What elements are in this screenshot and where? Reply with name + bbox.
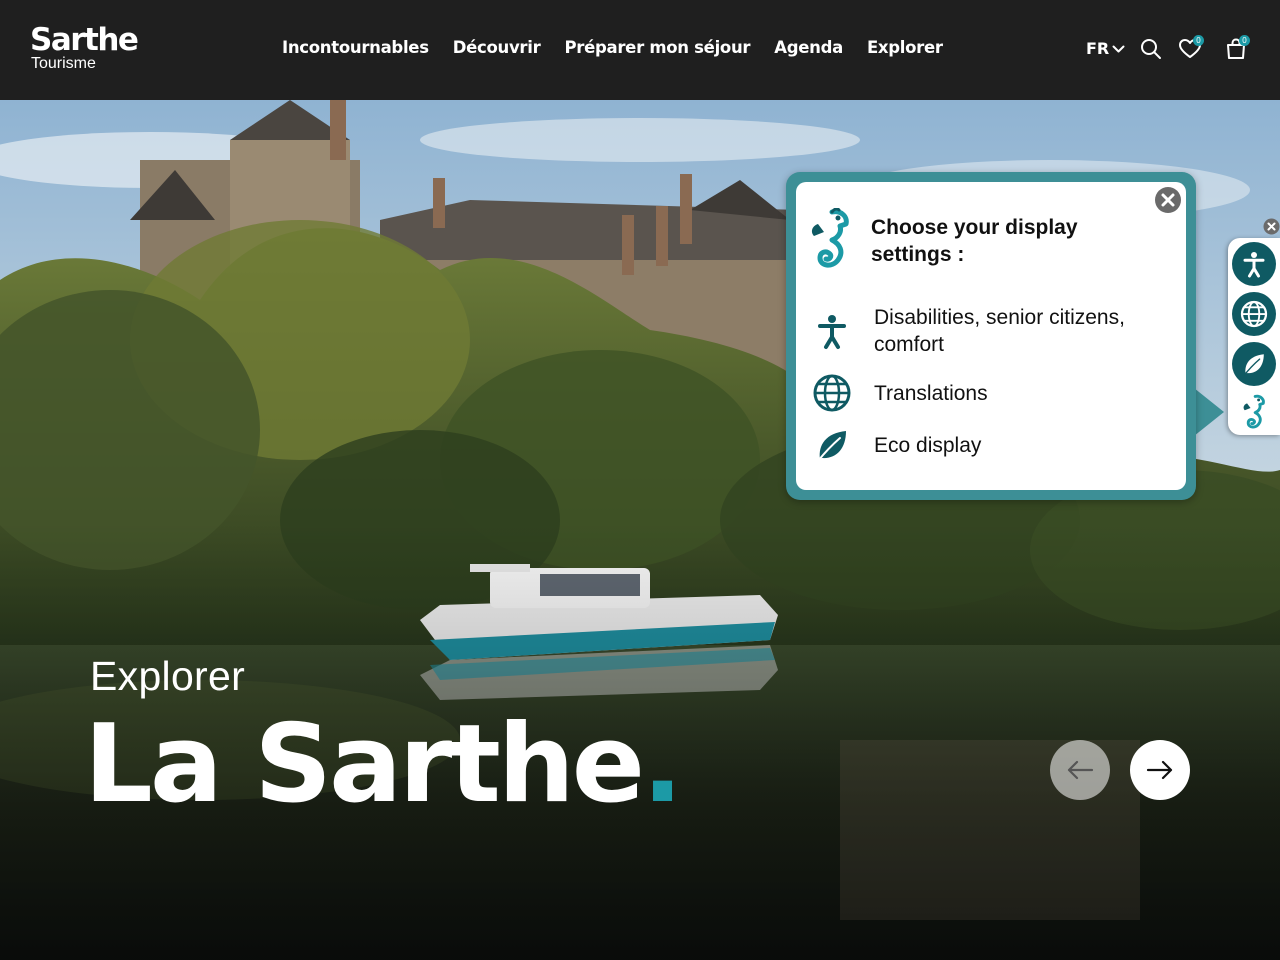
logo-name: Sarthe — [30, 22, 139, 58]
globe-icon — [1240, 300, 1268, 328]
favorites-count-badge: 0 — [1193, 35, 1204, 46]
popup-close-button[interactable] — [1154, 186, 1182, 214]
option-eco-display-label: Eco display — [874, 433, 982, 457]
popup-content: Choose your display settings : Disabilit… — [796, 182, 1186, 490]
globe-icon — [810, 371, 854, 415]
option-disabilities-label: Disabilities, senior citizens, comfort — [874, 306, 1125, 356]
favorites-button[interactable]: 0 — [1178, 35, 1204, 61]
nav-item-incontournables[interactable]: Incontournables — [282, 38, 429, 57]
arrow-left-icon — [1067, 760, 1094, 780]
logo-subname: Tourisme — [31, 55, 96, 72]
toolbar-close-button[interactable] — [1263, 218, 1280, 235]
toolbar-accessibility-button[interactable] — [1232, 242, 1276, 286]
toolbar-translations-button[interactable] — [1232, 292, 1276, 336]
site-logo[interactable]: Sarthe Tourisme — [30, 22, 139, 72]
accessibility-toolbar — [1228, 238, 1280, 435]
cart-count-badge: 0 — [1239, 35, 1250, 46]
search-icon — [1141, 39, 1161, 59]
display-settings-popup: Choose your display settings : Disabilit… — [786, 172, 1196, 500]
option-eco-display[interactable]: Eco display — [796, 423, 1186, 467]
toolbar-seahorse-button[interactable] — [1232, 390, 1276, 434]
leaf-icon — [810, 423, 854, 467]
hero-title-dot: . — [641, 702, 683, 827]
hero-title-text: La Sarthe — [84, 702, 645, 827]
hero-subtitle: Explorer — [90, 653, 246, 699]
leaf-icon — [1243, 354, 1264, 376]
accessibility-icon — [1243, 252, 1265, 278]
nav-item-preparer-sejour[interactable]: Préparer mon séjour — [564, 38, 750, 57]
arrow-right-icon — [1146, 760, 1173, 780]
close-icon — [1155, 187, 1181, 213]
slider-prev-button[interactable] — [1050, 740, 1110, 800]
chevron-down-icon — [1112, 45, 1125, 52]
search-button[interactable] — [1139, 37, 1163, 61]
popup-pointer — [1194, 388, 1224, 436]
site-header: Sarthe Tourisme Incontournables Découvri… — [0, 0, 1280, 100]
option-translations[interactable]: Translations — [796, 371, 1186, 415]
close-icon — [1263, 218, 1280, 235]
nav-item-decouvrir[interactable]: Découvrir — [453, 38, 541, 57]
language-selector[interactable]: FR — [1086, 39, 1125, 58]
nav-item-agenda[interactable]: Agenda — [774, 38, 843, 57]
accessibility-icon — [810, 309, 854, 353]
seahorse-icon — [811, 207, 849, 268]
popup-title: Choose your display settings : — [871, 216, 1078, 266]
nav-item-explorer[interactable]: Explorer — [867, 38, 943, 57]
seahorse-logo — [804, 207, 856, 274]
language-code: FR — [1086, 39, 1110, 58]
toolbar-eco-button[interactable] — [1232, 342, 1276, 386]
slider-next-button[interactable] — [1130, 740, 1190, 800]
option-translations-label: Translations — [874, 381, 988, 405]
option-disabilities[interactable]: Disabilities, senior citizens, comfort — [796, 304, 1186, 358]
seahorse-icon — [1243, 394, 1265, 429]
cart-button[interactable]: 0 — [1224, 35, 1250, 61]
main-nav: Incontournables Découvrir Préparer mon s… — [282, 38, 967, 57]
hero-title: La Sarthe. — [84, 702, 683, 827]
